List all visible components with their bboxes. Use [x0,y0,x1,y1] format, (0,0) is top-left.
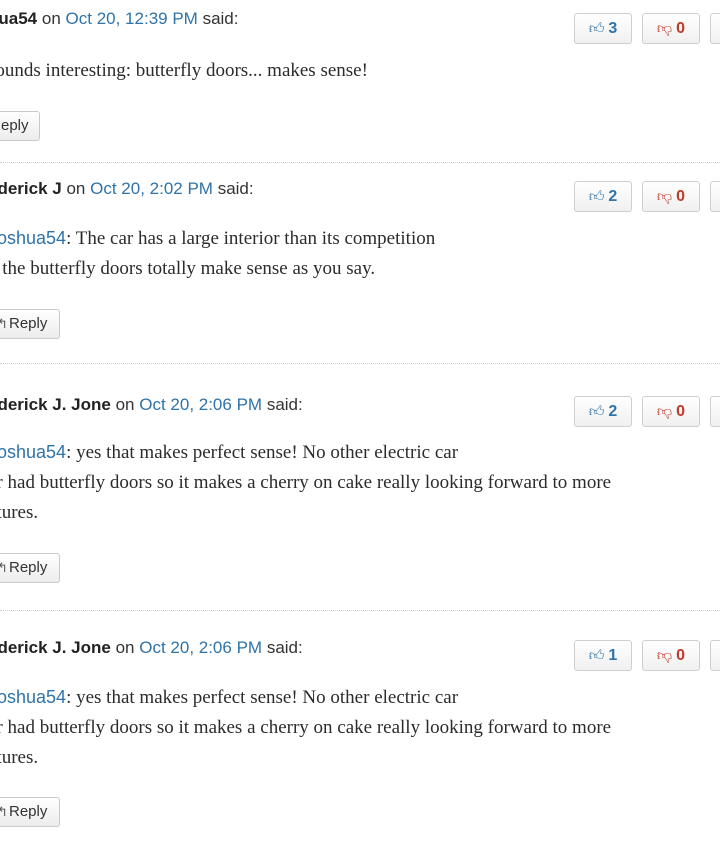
more-actions-button[interactable] [710,13,720,44]
more-actions-button[interactable] [710,640,720,671]
comment-text: d the butterfly doors totally make sense… [0,258,376,279]
comment-text: er had butterfly doors so it makes a che… [0,717,612,738]
comment-line: Joshua54: yes that makes perfect sense! … [0,437,611,468]
comment-said-text: said: [202,9,239,28]
comment-text: ctures. [0,502,39,523]
comment-header: ederick J on Oct 20, 2:02 PM said: [0,178,254,200]
comment-line: er had butterfly doors so it makes a che… [0,713,611,743]
reply-arrow-icon: ↰ [0,560,8,575]
upvote-count: 2 [608,188,618,205]
comment-text: : The car has a large interior than its … [66,228,436,249]
reply-button[interactable]: ↰ Reply [0,553,60,583]
mention-link[interactable]: Joshua54 [0,442,66,462]
comment-text: : yes that makes perfect sense! No other… [66,442,459,463]
comment-on-text: on [66,179,86,198]
comment-header: hua54 on Oct 20, 12:39 PM said: [0,8,238,30]
upvote-count: 1 [608,647,618,664]
comment-on-text: on [115,638,135,657]
comment-text: sounds interesting: butterfly doors... m… [0,60,368,81]
comment-header: ederick J. Jone on Oct 20, 2:06 PM said: [0,394,303,416]
comment-header: ederick J. Jone on Oct 20, 2:06 PM said: [0,637,303,659]
comment-line: sounds interesting: butterfly doors... m… [0,56,368,86]
comment-text: : yes that makes perfect sense! No other… [66,687,459,708]
comment-divider [0,610,720,611]
upvote-button[interactable]: 👍︎ 1 [574,640,632,671]
downvote-count: 0 [676,20,686,37]
comment-line: d the butterfly doors totally make sense… [0,254,435,284]
thumbs-down-icon: 👎︎ [656,20,673,37]
reply-label: eply [1,117,29,134]
comment-date-link[interactable]: Oct 20, 2:06 PM [139,395,262,414]
comment-date-link[interactable]: Oct 20, 2:02 PM [90,179,213,198]
reply-button[interactable]: eply [0,111,40,141]
comment-line: ctures. [0,743,611,773]
more-actions-button[interactable] [710,396,720,427]
comment-author[interactable]: ederick J. Jone [0,395,111,414]
upvote-count: 3 [608,20,618,37]
comment-divider [0,162,720,163]
comment-text: er had butterfly doors so it makes a che… [0,472,612,493]
upvote-button[interactable]: 👍︎ 2 [574,396,632,427]
upvote-button[interactable]: 👍︎ 2 [574,181,632,212]
mention-link[interactable]: Joshua54 [0,687,66,707]
thumbs-up-icon: 👍︎ [588,20,605,37]
comment-divider [0,363,720,364]
mention-link[interactable]: Joshua54 [0,228,66,248]
comment-said-text: said: [266,638,303,657]
upvote-button[interactable]: 👍︎ 3 [574,13,632,44]
comment-line: Joshua54: The car has a large interior t… [0,223,435,254]
comment-body: sounds interesting: butterfly doors... m… [0,56,368,86]
downvote-count: 0 [676,403,686,420]
reply-label: Reply [9,559,48,576]
comment-date-link[interactable]: Oct 20, 2:06 PM [139,638,262,657]
thumbs-down-icon: 👎︎ [656,188,673,205]
comment-said-text: said: [266,395,303,414]
downvote-button[interactable]: 👎︎ 0 [642,13,700,44]
thumbs-down-icon: 👎︎ [656,403,673,420]
thumbs-up-icon: 👍︎ [588,647,605,664]
comment-author[interactable]: ederick J [0,179,62,198]
thumbs-down-icon: 👎︎ [656,647,673,664]
thumbs-up-icon: 👍︎ [588,403,605,420]
comment-said-text: said: [217,179,254,198]
comment-text: ctures. [0,747,39,768]
comment-date-link[interactable]: Oct 20, 12:39 PM [66,9,198,28]
comment-author[interactable]: hua54 [0,9,37,28]
comment-line: Joshua54: yes that makes perfect sense! … [0,682,611,713]
reply-button[interactable]: ↰ Reply [0,797,60,827]
downvote-button[interactable]: 👎︎ 0 [642,640,700,671]
downvote-button[interactable]: 👎︎ 0 [642,181,700,212]
comment-line: ctures. [0,498,611,528]
reply-label: Reply [9,803,48,820]
downvote-button[interactable]: 👎︎ 0 [642,396,700,427]
reply-arrow-icon: ↰ [0,316,8,331]
more-actions-button[interactable] [710,181,720,212]
downvote-count: 0 [676,188,686,205]
comment-body: Joshua54: yes that makes perfect sense! … [0,437,611,528]
comment-body: Joshua54: The car has a large interior t… [0,223,435,284]
reply-button[interactable]: ↰ Reply [0,309,60,339]
comment-author[interactable]: ederick J. Jone [0,638,111,657]
thumbs-up-icon: 👍︎ [588,188,605,205]
reply-arrow-icon: ↰ [0,804,8,819]
upvote-count: 2 [608,403,618,420]
comment-line: er had butterfly doors so it makes a che… [0,468,611,498]
comment-on-text: on [115,395,135,414]
reply-label: Reply [9,315,48,332]
comment-body: Joshua54: yes that makes perfect sense! … [0,682,611,773]
comment-on-text: on [41,9,61,28]
downvote-count: 0 [676,647,686,664]
